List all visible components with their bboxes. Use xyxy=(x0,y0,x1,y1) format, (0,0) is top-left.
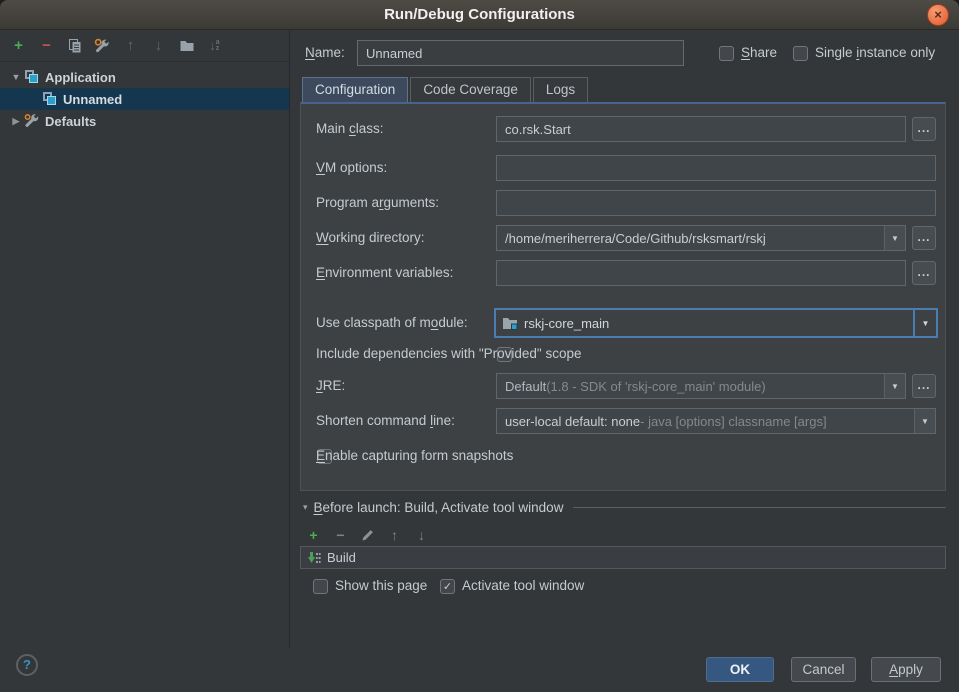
dropdown-arrow-icon[interactable]: ▼ xyxy=(884,374,905,398)
expanded-arrow-icon[interactable]: ▼ xyxy=(8,72,24,82)
tab-bar: Configuration Code Coverage Logs xyxy=(302,77,588,102)
before-launch-list: Build xyxy=(300,546,946,569)
program-arguments-field[interactable] xyxy=(496,190,936,216)
remove-task-icon[interactable]: − xyxy=(330,524,351,546)
name-label: Name: xyxy=(305,40,345,66)
tree-node-application[interactable]: ▼ Application xyxy=(0,66,289,88)
move-task-up-icon[interactable]: ↑ xyxy=(384,524,405,546)
shorten-command-line-label: Shorten command line: xyxy=(316,408,455,434)
title-bar: Run/Debug Configurations × xyxy=(0,0,959,30)
share-checkbox[interactable] xyxy=(719,46,734,61)
working-directory-browse-button[interactable]: ... xyxy=(912,226,936,250)
working-directory-combo[interactable]: /home/meriherrera/Code/Github/rsksmart/r… xyxy=(496,225,906,251)
help-button[interactable]: ? xyxy=(16,654,38,676)
configurations-toolbar: + − ↑ ↓ xyxy=(0,30,289,62)
dropdown-arrow-icon[interactable]: ▼ xyxy=(914,409,935,433)
program-arguments-label: Program arguments: xyxy=(316,190,439,216)
apply-button[interactable]: Apply xyxy=(871,657,941,682)
move-down-icon[interactable]: ↓ xyxy=(148,35,169,57)
configurations-tree: ▼ Application Unnamed ▶ Defaults xyxy=(0,62,289,132)
dropdown-arrow-icon[interactable]: ▼ xyxy=(884,226,905,250)
ok-button[interactable]: OK xyxy=(706,657,774,682)
window-title: Run/Debug Configurations xyxy=(384,6,575,23)
run-debug-configurations-dialog: Run/Debug Configurations × + − xyxy=(0,0,959,692)
move-up-icon[interactable]: ↑ xyxy=(120,35,141,57)
tree-node-defaults[interactable]: ▶ Defaults xyxy=(0,110,289,132)
remove-configuration-icon[interactable]: − xyxy=(36,35,57,57)
environment-variables-browse-button[interactable]: ... xyxy=(912,261,936,285)
share-label: Share xyxy=(741,40,777,66)
add-task-icon[interactable]: + xyxy=(303,524,324,546)
build-icon xyxy=(307,551,321,565)
tree-node-label: Unnamed xyxy=(63,92,122,107)
before-launch-header[interactable]: ▾ Before launch: Build, Activate tool wi… xyxy=(303,500,946,515)
use-classpath-combo[interactable]: rskj-core_main ▼ xyxy=(494,308,938,338)
jre-combo[interactable]: Default (1.8 - SDK of 'rskj-core_main' m… xyxy=(496,373,906,399)
jre-label: JRE: xyxy=(316,373,345,399)
section-collapse-icon[interactable]: ▾ xyxy=(303,502,308,513)
module-icon xyxy=(502,316,518,330)
single-instance-checkbox[interactable] xyxy=(793,46,808,61)
single-instance-label: Single instance only xyxy=(815,40,935,66)
vm-options-label: VM options: xyxy=(316,155,387,181)
tab-configuration[interactable]: Configuration xyxy=(302,77,408,102)
edit-task-icon[interactable] xyxy=(357,524,378,546)
enable-capturing-label: Enable capturing form snapshots xyxy=(316,443,513,469)
configuration-tab-panel: Main class: co.rsk.Start ... VM options:… xyxy=(300,102,946,491)
use-classpath-label: Use classpath of module: xyxy=(316,310,468,336)
tab-code-coverage[interactable]: Code Coverage xyxy=(410,77,531,102)
activate-tool-window-checkbox[interactable]: ✓ xyxy=(440,579,455,594)
defaults-wrench-icon xyxy=(24,113,40,129)
separator-line xyxy=(573,507,946,508)
edit-templates-icon[interactable] xyxy=(92,35,113,57)
tab-logs[interactable]: Logs xyxy=(533,77,588,102)
name-input[interactable] xyxy=(357,40,684,66)
main-class-browse-button[interactable]: ... xyxy=(912,117,936,141)
show-this-page-checkbox[interactable] xyxy=(313,579,328,594)
new-folder-icon[interactable] xyxy=(176,35,197,57)
collapsed-arrow-icon[interactable]: ▶ xyxy=(8,116,24,127)
before-launch-task-label[interactable]: Build xyxy=(327,550,356,565)
tree-node-label: Application xyxy=(45,70,116,85)
show-this-page-label: Show this page xyxy=(335,573,427,599)
vm-options-field[interactable] xyxy=(496,155,936,181)
configurations-sidebar: + − ↑ ↓ xyxy=(0,30,290,648)
environment-variables-field[interactable] xyxy=(496,260,906,286)
working-directory-label: Working directory: xyxy=(316,225,425,251)
environment-variables-label: Environment variables: xyxy=(316,260,453,286)
dropdown-arrow-icon[interactable]: ▼ xyxy=(913,310,936,336)
move-task-down-icon[interactable]: ↓ xyxy=(411,524,432,546)
shorten-command-line-combo[interactable]: user-local default: none - java [options… xyxy=(496,408,936,434)
copy-configuration-icon[interactable] xyxy=(64,35,85,57)
close-icon[interactable]: × xyxy=(927,4,949,26)
application-icon xyxy=(24,69,40,85)
jre-browse-button[interactable]: ... xyxy=(912,374,936,398)
check-icon: ✓ xyxy=(443,580,452,593)
before-launch-title: Before launch: Build, Activate tool wind… xyxy=(314,500,564,515)
tree-node-label: Defaults xyxy=(45,114,96,129)
tree-node-unnamed[interactable]: Unnamed xyxy=(0,88,289,110)
cancel-button[interactable]: Cancel xyxy=(791,657,856,682)
before-launch-toolbar: + − ↑ ↓ xyxy=(303,524,432,546)
main-class-label: Main class: xyxy=(316,116,384,142)
activate-tool-window-label: Activate tool window xyxy=(462,573,584,599)
application-icon xyxy=(42,91,58,107)
add-configuration-icon[interactable]: + xyxy=(8,35,29,57)
main-class-field[interactable]: co.rsk.Start xyxy=(496,116,906,142)
sort-configurations-icon[interactable]: ↓ a z xyxy=(204,35,225,57)
include-dependencies-label: Include dependencies with "Provided" sco… xyxy=(316,341,582,367)
